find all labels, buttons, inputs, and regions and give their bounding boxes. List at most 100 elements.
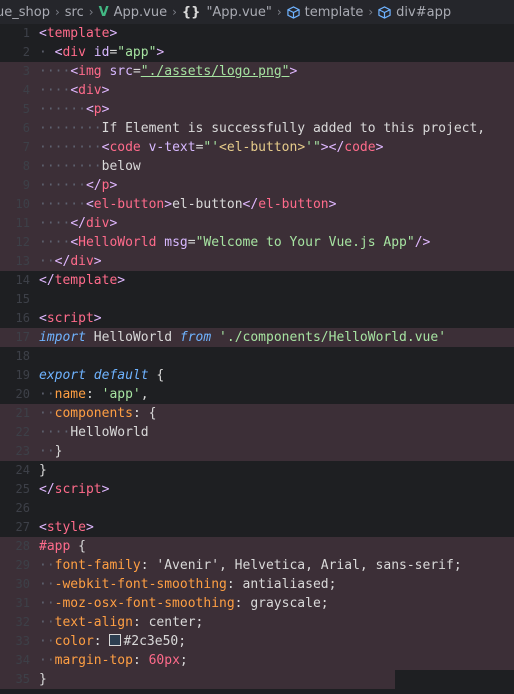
code-line[interactable]: 34 ··margin-top: 60px; [0, 651, 514, 670]
line-number: 18 [15, 349, 30, 363]
attr-value: "Welcome to Your Vue.js App" [195, 235, 415, 250]
code-line[interactable]: 11 ····</div> [0, 214, 514, 233]
breadcrumb-item-project[interactable]: ue_shop [0, 5, 52, 20]
css-property: margin-top [54, 653, 133, 668]
vue-file-icon: V [98, 4, 109, 20]
line-number: 19 [15, 368, 30, 382]
tag-name: template [54, 273, 118, 288]
line-number: 22 [15, 425, 30, 439]
line-number: 16 [15, 311, 30, 325]
line-number: 4 [22, 83, 30, 97]
breadcrumb-item-template[interactable]: template [303, 5, 366, 20]
code-line[interactable]: 14 </template> [0, 271, 514, 290]
line-number: 5 [22, 102, 30, 116]
code-line[interactable]: 1 <template> [0, 24, 514, 43]
breadcrumb-item-element[interactable]: div#app [394, 5, 453, 20]
css-number: 60px [148, 653, 180, 668]
code-line[interactable]: 4 ····<div> [0, 81, 514, 100]
code-line[interactable]: 10 ······<el-button>el-button</el-button… [0, 195, 514, 214]
punct: } [39, 463, 47, 478]
css-value: grayscale; [250, 596, 329, 611]
string-literal: 'app' [101, 387, 141, 402]
tag-name: script [46, 311, 94, 326]
css-value: center; [148, 615, 204, 630]
line-number: 29 [15, 558, 30, 572]
line-number: 7 [22, 140, 30, 154]
code-line[interactable]: 22 ····HelloWorld [0, 423, 514, 442]
code-line[interactable]: 12 ····<HelloWorld msg="Welcome to Your … [0, 233, 514, 252]
line-number: 35 [15, 672, 30, 686]
code-line[interactable]: 31 ··-moz-osx-font-smoothing: grayscale; [0, 594, 514, 613]
punct: } [39, 672, 47, 687]
line-number: 3 [22, 64, 30, 78]
tag-name: p [93, 102, 102, 117]
code-line[interactable]: 18 [0, 347, 514, 366]
line-number: 13 [15, 254, 30, 268]
text-content: If Element is successfully added to this… [101, 121, 486, 136]
identifier: HelloWorld [93, 330, 173, 345]
code-line[interactable]: 25 </script> [0, 480, 514, 499]
code-line[interactable]: 15 [0, 290, 514, 309]
css-property: text-align [54, 615, 133, 630]
tag-name: HelloWorld [78, 235, 157, 250]
code-line[interactable]: 35 } [0, 670, 395, 689]
code-line[interactable]: 8 ········below [0, 157, 514, 176]
code-line[interactable]: 28 #app { [0, 537, 514, 556]
breadcrumb-item-src[interactable]: src [63, 5, 86, 20]
chevron-right-icon: › [54, 5, 60, 19]
line-number: 25 [15, 482, 30, 496]
punct: } [54, 444, 63, 459]
property-key: components [54, 406, 133, 421]
code-line[interactable]: 19 export default { [0, 366, 514, 385]
tag-name: div [78, 83, 102, 98]
punct: { [156, 368, 165, 383]
line-number: 1 [22, 26, 30, 40]
code-line[interactable]: 26 [0, 499, 514, 518]
code-line[interactable]: 23 ··} [0, 442, 514, 461]
line-number: 12 [15, 235, 30, 249]
keyword: from [179, 330, 212, 345]
code-line[interactable]: 5 ······<p> [0, 100, 514, 119]
code-line[interactable]: 9 ······</p> [0, 176, 514, 195]
css-value: #2c3e50; [123, 634, 187, 649]
line-number: 33 [15, 634, 30, 648]
code-line[interactable]: 30 ··-webkit-font-smoothing: antialiased… [0, 575, 514, 594]
code-line[interactable]: 32 ··text-align: center; [0, 613, 514, 632]
line-number: 15 [15, 292, 30, 306]
code-line[interactable]: 6 ········If Element is successfully add… [0, 119, 514, 138]
code-line[interactable]: 21 ··components: { [0, 404, 514, 423]
line-number: 2 [22, 45, 30, 59]
code-line[interactable]: 27 <style> [0, 518, 514, 537]
code-line[interactable]: 24 } [0, 461, 514, 480]
tag-name: div [62, 45, 86, 60]
text-content: below [101, 159, 141, 174]
code-line[interactable]: 17 import HelloWorld from './components/… [0, 328, 514, 347]
code-line[interactable]: 29 ··font-family: 'Avenir', Helvetica, A… [0, 556, 514, 575]
braces-icon: {} [181, 4, 201, 20]
line-number: 21 [15, 406, 30, 420]
color-swatch-icon[interactable] [109, 634, 122, 646]
code-line[interactable]: 20 ··name: 'app', [0, 385, 514, 404]
line-number: 10 [15, 197, 30, 211]
tag-name: code [109, 140, 141, 155]
css-property: color [54, 634, 94, 649]
tag-name: script [54, 482, 102, 497]
code-line[interactable]: 16 <script> [0, 309, 514, 328]
code-line[interactable]: 7 ········<code v-text="'<el-button>'"><… [0, 138, 514, 157]
tag-name: img [78, 64, 102, 79]
attr-value: '" [305, 140, 321, 155]
line-number: 8 [22, 159, 30, 173]
code-line[interactable]: 33 ··color: #2c3e50; [0, 632, 514, 651]
breadcrumb-item-module[interactable]: "App.vue" [204, 5, 273, 20]
line-number: 27 [15, 520, 30, 534]
code-line[interactable]: 2 · <div id="app"> [0, 43, 514, 62]
code-editor[interactable]: 1 <template> 2 · <div id="app"> 3 ····<i… [0, 24, 514, 694]
property-key: name [54, 387, 86, 402]
code-line[interactable]: 3 ····<img src="./assets/logo.png"> [0, 62, 514, 81]
breadcrumb-item-file[interactable]: App.vue [112, 5, 169, 20]
identifier: HelloWorld [70, 425, 149, 440]
breadcrumb: ue_shop › src › V App.vue › {} "App.vue"… [0, 0, 514, 24]
attr-value-link[interactable]: "./assets/logo.png" [141, 64, 290, 79]
code-line[interactable]: 13 ··</div> [0, 252, 514, 271]
line-number: 9 [22, 178, 30, 192]
